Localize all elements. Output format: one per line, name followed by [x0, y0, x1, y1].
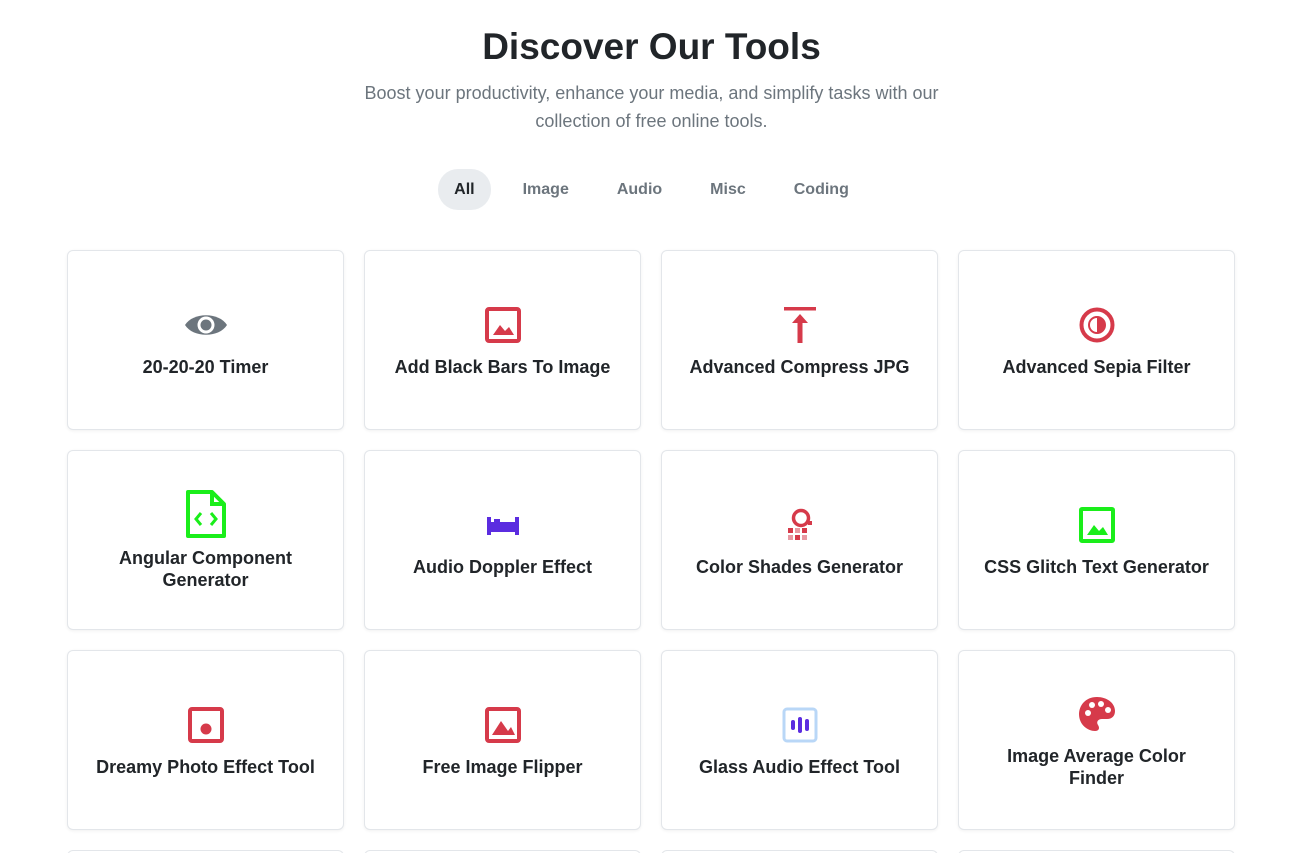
tool-label: Glass Audio Effect Tool — [698, 757, 900, 777]
image-icon — [480, 302, 526, 348]
palette-icon — [1074, 691, 1120, 737]
image-frame-icon — [1074, 502, 1120, 548]
page-title: Discover Our Tools — [482, 26, 821, 67]
audio-bars-icon — [777, 702, 823, 748]
tool-card-glass-audio-effect-tool[interactable]: Glass Audio Effect Tool — [661, 650, 938, 830]
tool-card-image-average-color-finder[interactable]: Image Average Color Finder — [958, 650, 1235, 830]
tool-label: Audio Doppler Effect — [413, 557, 592, 577]
mountain-image-icon — [480, 702, 526, 748]
filter-all[interactable]: All — [438, 169, 491, 210]
tool-card-advanced-compress-jpg[interactable]: Advanced Compress JPG — [661, 250, 938, 430]
tool-label: Angular Component Generator — [119, 548, 292, 590]
tools-grid: 20-20-20 Timer Add Black Bars To Image A… — [67, 250, 1237, 830]
eye-icon — [183, 302, 229, 348]
tool-card-audio-doppler-effect[interactable]: Audio Doppler Effect — [364, 450, 641, 630]
upload-arrow-icon — [777, 302, 823, 348]
tool-card-color-shades-generator[interactable]: Color Shades Generator — [661, 450, 938, 630]
category-filters: All Image Audio Misc Coding — [0, 169, 1303, 210]
tool-card-add-black-bars[interactable]: Add Black Bars To Image — [364, 250, 641, 430]
code-file-icon — [183, 489, 229, 539]
tool-card-free-image-flipper[interactable]: Free Image Flipper — [364, 650, 641, 830]
filter-audio[interactable]: Audio — [601, 169, 678, 210]
tool-label: Image Average Color Finder — [1007, 746, 1186, 788]
tool-label: CSS Glitch Text Generator — [984, 557, 1209, 577]
tool-label: Dreamy Photo Effect Tool — [96, 757, 315, 777]
tool-label: 20-20-20 Timer — [142, 357, 269, 377]
bed-icon — [480, 502, 526, 548]
filter-image[interactable]: Image — [507, 169, 585, 210]
filter-misc[interactable]: Misc — [694, 169, 762, 210]
tool-card-advanced-sepia-filter[interactable]: Advanced Sepia Filter — [958, 250, 1235, 430]
tool-card-dreamy-photo-effect-tool[interactable]: Dreamy Photo Effect Tool — [67, 650, 344, 830]
tool-label: Advanced Compress JPG — [689, 357, 910, 377]
page-subtitle: Boost your productivity, enhance your me… — [364, 83, 939, 131]
filter-coding[interactable]: Coding — [778, 169, 865, 210]
tool-card-20-20-20-timer[interactable]: 20-20-20 Timer — [67, 250, 344, 430]
dot-square-icon — [183, 702, 229, 748]
tool-card-angular-component-generator[interactable]: Angular Component Generator — [67, 450, 344, 630]
tool-card-css-glitch-text-generator[interactable]: CSS Glitch Text Generator — [958, 450, 1235, 630]
color-shades-icon — [777, 502, 823, 548]
tool-label: Add Black Bars To Image — [394, 357, 611, 377]
tools-page: Discover Our Tools Boost your productivi… — [0, 0, 1303, 853]
tool-label: Free Image Flipper — [422, 757, 583, 777]
tool-label: Advanced Sepia Filter — [1002, 357, 1191, 377]
contrast-circle-icon — [1074, 302, 1120, 348]
tool-label: Color Shades Generator — [695, 557, 904, 577]
